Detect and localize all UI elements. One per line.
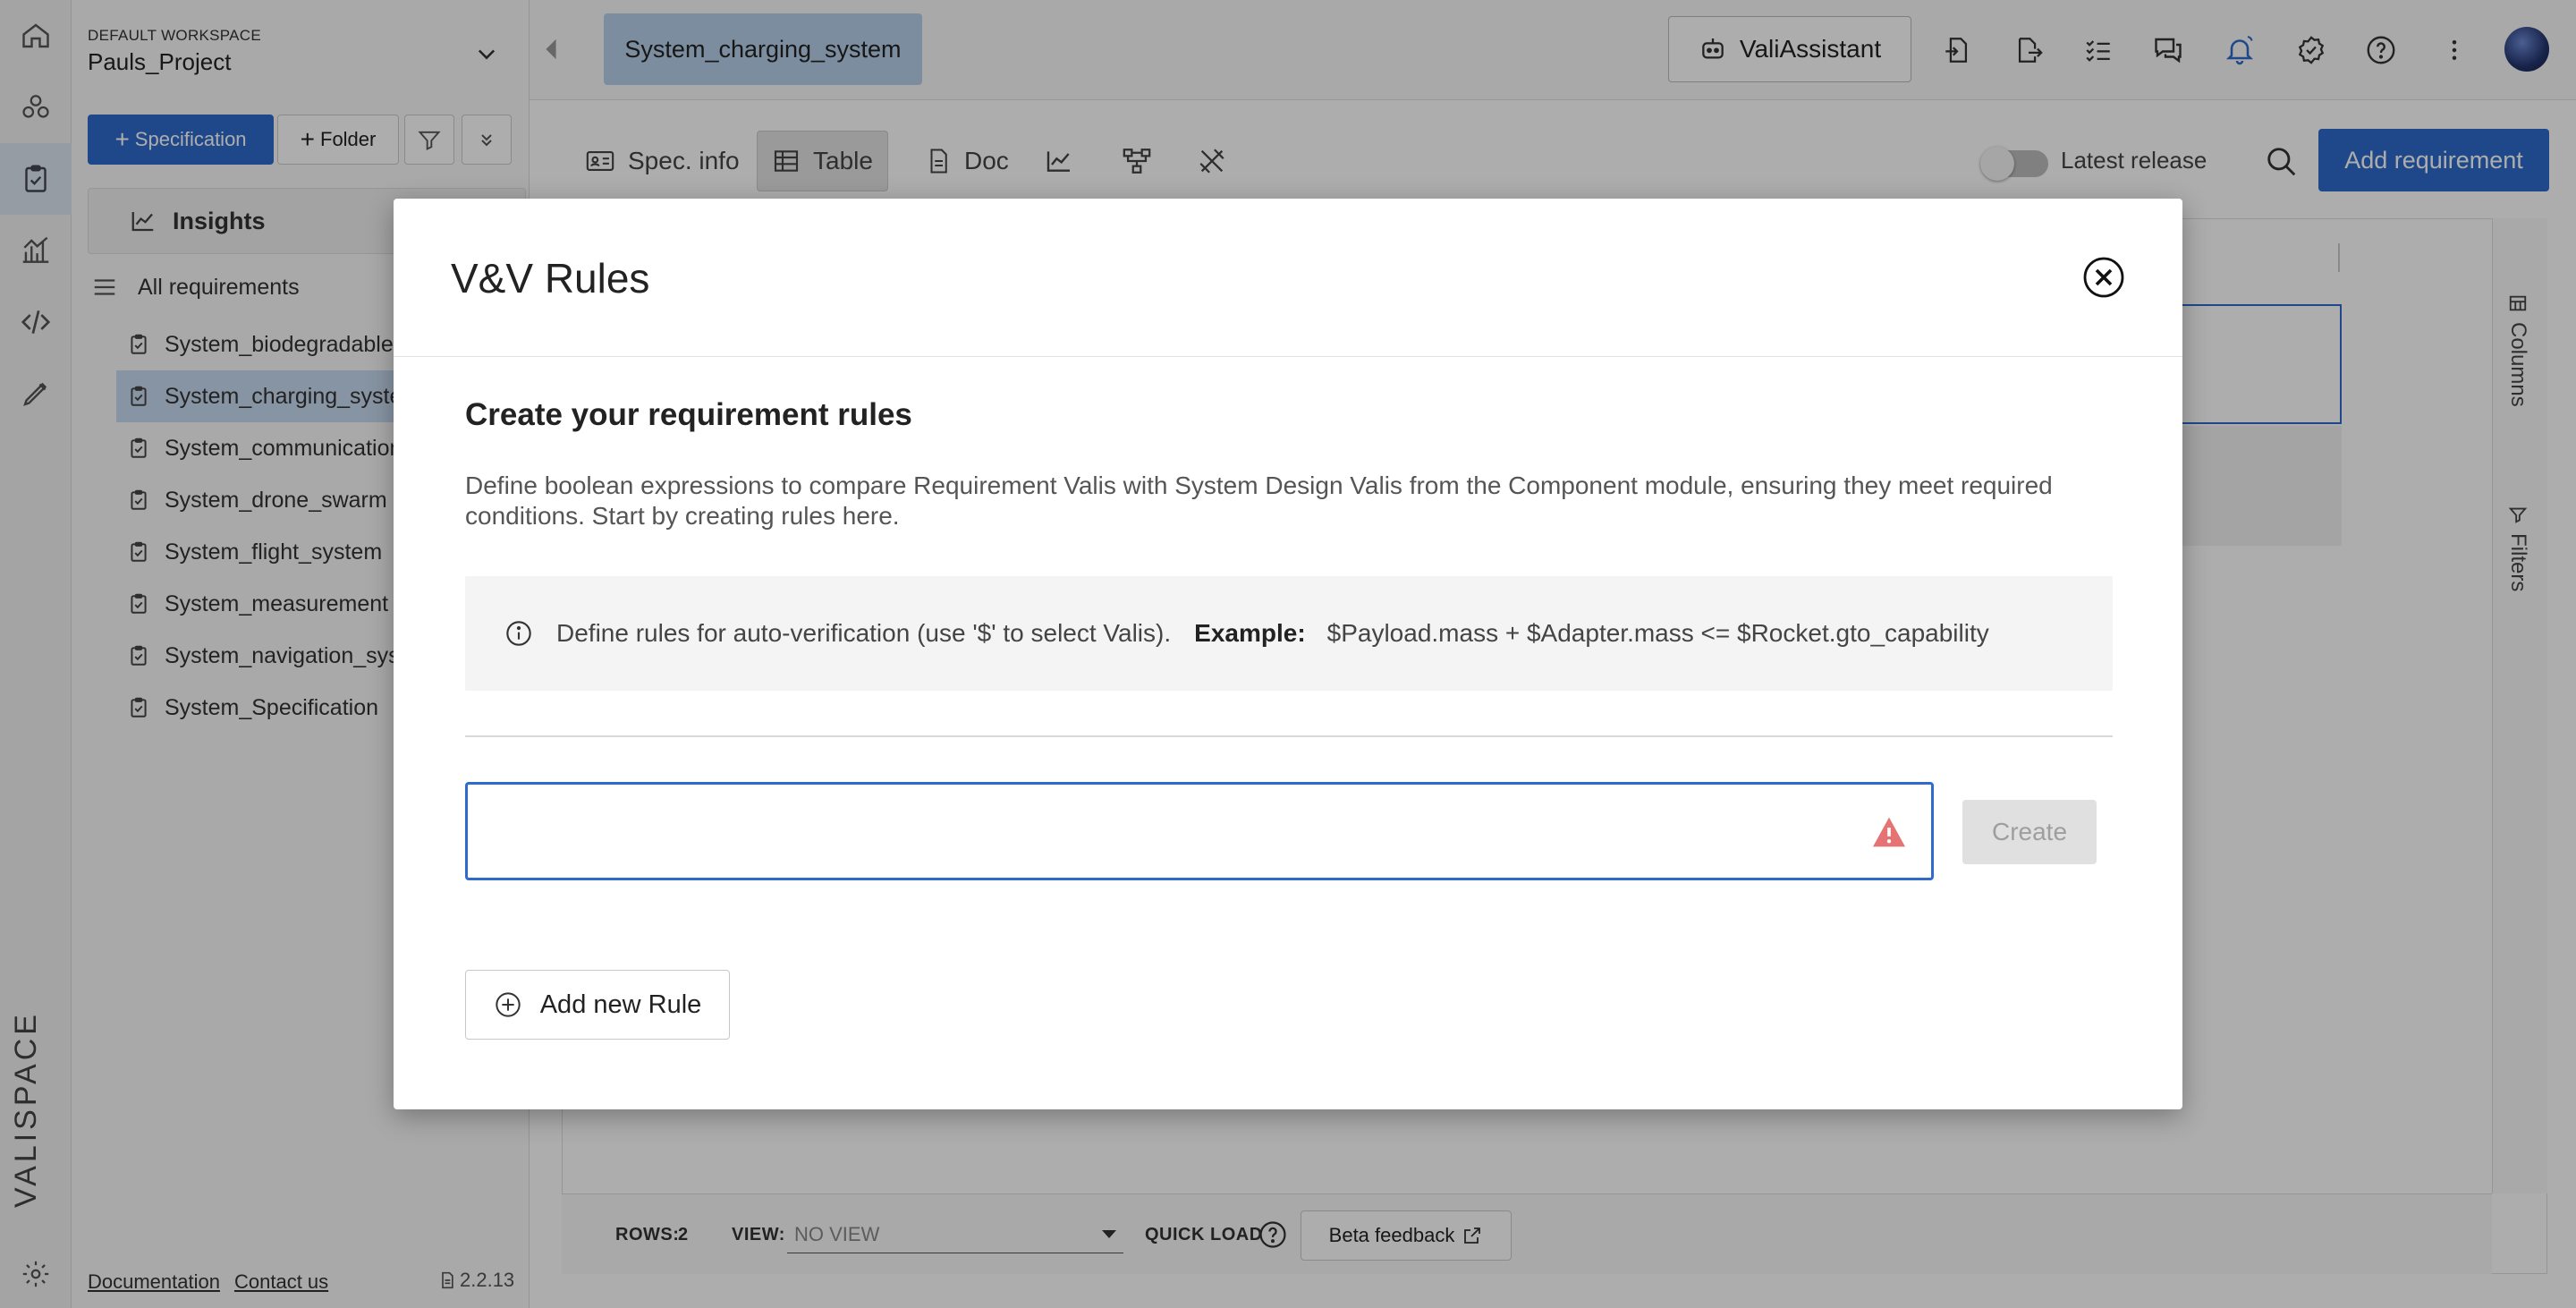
add-new-rule-button[interactable]: Add new Rule: [465, 970, 730, 1040]
example-expression: $Payload.mass + $Adapter.mass <= $Rocket…: [1326, 619, 1989, 647]
info-icon: [504, 619, 533, 648]
dialog-heading: Create your requirement rules: [465, 397, 912, 432]
dialog-separator: [394, 356, 2182, 357]
warning-icon: [1871, 816, 1907, 848]
dialog-description: Define boolean expressions to compare Re…: [465, 471, 2053, 530]
rule-expression-input[interactable]: [465, 782, 1934, 880]
divider: [465, 735, 2113, 737]
create-button[interactable]: Create: [1962, 800, 2097, 864]
dialog-title: V&V Rules: [451, 255, 650, 302]
close-icon: [2082, 256, 2125, 299]
info-text: Define rules for auto-verification (use …: [556, 619, 1172, 647]
close-button[interactable]: [2082, 256, 2125, 299]
info-box: Define rules for auto-verification (use …: [465, 576, 2113, 691]
vv-rules-dialog: V&V Rules Create your requirement rules …: [394, 199, 2182, 1109]
add-new-rule-label: Add new Rule: [539, 989, 702, 1019]
plus-circle-icon: [494, 990, 522, 1019]
example-label: Example:: [1194, 619, 1306, 647]
